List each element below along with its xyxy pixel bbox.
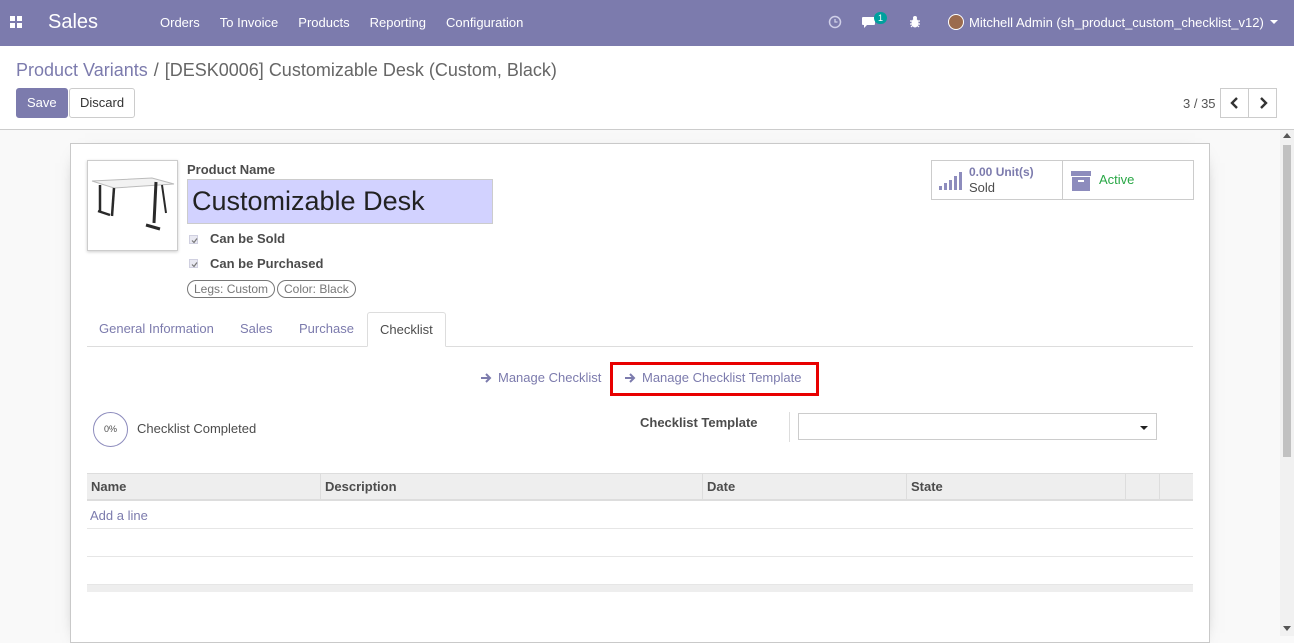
checklist-progress-circle: 0%	[93, 412, 128, 447]
scrollbar-thumb[interactable]	[1283, 145, 1291, 457]
breadcrumb: Product Variants / [DESK0006] Customizable…	[16, 60, 557, 81]
page-scrollbar[interactable]	[1280, 130, 1294, 636]
chevron-right-icon	[1260, 97, 1268, 109]
control-panel: Product Variants / [DESK0006] Customizable…	[0, 46, 1294, 130]
product-name-input[interactable]: Customizable Desk	[187, 179, 493, 224]
app-name[interactable]: Sales	[48, 11, 98, 34]
manage-checklist-button[interactable]: Manage Checklist	[498, 370, 601, 385]
scroll-down-arrow-icon[interactable]	[1283, 626, 1291, 631]
attribute-tag-legs: Legs: Custom	[187, 280, 276, 298]
tab-purchase[interactable]: Purchase	[287, 312, 366, 347]
column-header-extra	[1126, 474, 1160, 500]
sold-stat-value: 0.00 Unit(s)	[969, 165, 1034, 179]
breadcrumb-current: [DESK0006] Customizable Desk (Custom, Bl…	[164, 60, 557, 80]
breadcrumb-separator: /	[153, 60, 159, 80]
discard-button[interactable]: Discard	[69, 88, 136, 118]
table-header: Name Description Date State	[87, 473, 1193, 501]
menu-configuration[interactable]: Configuration	[436, 15, 533, 30]
chevron-left-icon	[1230, 97, 1238, 109]
menu-orders[interactable]: Orders	[150, 15, 210, 30]
table-row	[87, 557, 1193, 585]
main-menu: Orders To Invoice Products Reporting Con…	[150, 15, 533, 30]
apps-grid-icon[interactable]	[10, 16, 22, 28]
add-a-line-link[interactable]: Add a line	[90, 508, 148, 523]
table-row	[87, 529, 1193, 557]
checkmark-icon	[191, 262, 198, 268]
dropdown-caret-icon	[1140, 426, 1148, 430]
can-be-purchased-label: Can be Purchased	[210, 256, 324, 271]
checklist-table: Name Description Date State Add a line	[87, 473, 1193, 592]
breadcrumb-product-variants[interactable]: Product Variants	[16, 60, 148, 80]
can-be-sold-label: Can be Sold	[210, 231, 286, 246]
field-divider	[789, 412, 790, 442]
chat-count-badge: 1	[874, 12, 888, 24]
pager-counter[interactable]: 3 / 35	[1183, 96, 1216, 111]
signal-bars-icon	[939, 172, 962, 190]
scroll-up-arrow-icon[interactable]	[1283, 133, 1291, 138]
pager-previous-button[interactable]	[1220, 88, 1249, 118]
tab-general-information[interactable]: General Information	[87, 312, 226, 347]
column-header-description[interactable]: Description	[321, 474, 703, 500]
active-status-label: Active	[1099, 172, 1135, 187]
column-header-state[interactable]: State	[907, 474, 1126, 500]
checklist-template-select[interactable]	[798, 413, 1157, 440]
column-header-name[interactable]: Name	[87, 474, 321, 500]
attribute-tag-color: Color: Black	[277, 280, 356, 298]
save-button[interactable]: Save	[16, 88, 68, 118]
checkmark-icon	[191, 238, 198, 244]
desk-picture	[91, 177, 175, 231]
checklist-template-label: Checklist Template	[640, 415, 758, 430]
user-menu-label[interactable]: Mitchell Admin (sh_product_custom_checkl…	[969, 15, 1264, 30]
user-avatar[interactable]	[948, 14, 964, 30]
active-toggle-button[interactable]: Active	[1062, 160, 1194, 200]
top-navbar: Sales Orders To Invoice Products Reporti…	[0, 0, 1294, 46]
tab-sales[interactable]: Sales	[228, 312, 285, 347]
menu-to-invoice[interactable]: To Invoice	[210, 15, 289, 30]
menu-reporting[interactable]: Reporting	[360, 15, 436, 30]
arrow-right-icon	[481, 373, 492, 383]
product-image[interactable]	[87, 160, 178, 251]
tab-checklist[interactable]: Checklist	[367, 312, 446, 347]
pager-next-button[interactable]	[1248, 88, 1277, 118]
form-sheet: Product Name Customizable Desk Can be So…	[70, 143, 1210, 643]
archive-box-icon	[1071, 171, 1091, 191]
product-name-label: Product Name	[187, 162, 276, 177]
can-be-sold-checkbox[interactable]	[189, 235, 198, 244]
sold-stat-button[interactable]: 0.00 Unit(s) Sold	[931, 160, 1063, 200]
table-row: Add a line	[87, 501, 1193, 529]
table-footer	[87, 585, 1193, 592]
can-be-purchased-checkbox[interactable]	[189, 259, 198, 268]
clock-icon[interactable]	[828, 15, 842, 29]
highlight-annotation-box	[610, 362, 819, 396]
notebook-tabs: General Information Sales Purchase Check…	[87, 312, 1193, 347]
checklist-completed-label: Checklist Completed	[137, 421, 257, 436]
sold-stat-label: Sold	[969, 180, 996, 195]
user-menu-caret-icon[interactable]	[1270, 20, 1278, 24]
debug-bug-icon[interactable]	[909, 15, 921, 29]
menu-products[interactable]: Products	[288, 15, 359, 30]
column-header-date[interactable]: Date	[703, 474, 907, 500]
